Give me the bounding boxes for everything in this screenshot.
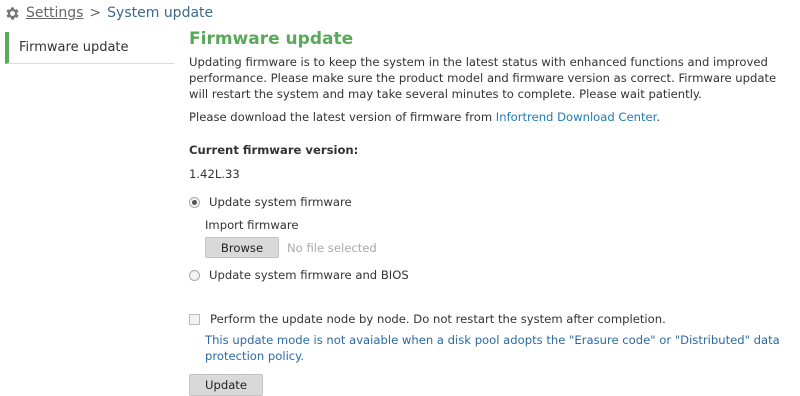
browse-button[interactable]: Browse (205, 237, 279, 258)
breadcrumb: Settings > System update (4, 3, 213, 23)
gear-icon (4, 5, 21, 22)
breadcrumb-separator: > (89, 5, 102, 21)
import-firmware-label: Import firmware (205, 218, 299, 232)
current-version-label: Current firmware version: (189, 143, 359, 157)
option-update-firmware[interactable]: Update system firmware (189, 195, 794, 209)
download-prefix: Please download the latest version of fi… (189, 110, 496, 124)
breadcrumb-current: System update (107, 5, 214, 21)
option-update-firmware-label: Update system firmware (209, 195, 352, 209)
download-suffix: . (656, 110, 661, 124)
current-version-value: 1.42L.33 (189, 167, 240, 181)
sidebar-item-firmware-update[interactable]: Firmware update (5, 32, 174, 64)
node-by-node-note: This update mode is not avaiable when a … (205, 333, 780, 363)
node-by-node-checkbox[interactable] (189, 313, 200, 325)
sidebar: Firmware update (5, 32, 174, 64)
main-content: Firmware update Updating firmware is to … (189, 28, 794, 396)
file-picker: Browse No file selected (205, 237, 794, 258)
intro-text: Updating firmware is to keep the system … (189, 55, 777, 101)
radio-update-firmware-bios[interactable] (189, 269, 200, 281)
download-center-link[interactable]: Infortrend Download Center (496, 110, 657, 124)
download-text: Please download the latest version of fi… (189, 109, 794, 125)
radio-update-firmware[interactable] (189, 196, 200, 208)
no-file-selected-text: No file selected (287, 240, 377, 255)
breadcrumb-settings-link[interactable]: Settings (26, 5, 83, 21)
option-update-firmware-bios[interactable]: Update system firmware and BIOS (189, 268, 794, 282)
update-button[interactable]: Update (189, 374, 263, 396)
page-title: Firmware update (189, 29, 354, 49)
option-update-firmware-bios-label: Update system firmware and BIOS (209, 268, 409, 282)
node-by-node-option[interactable]: Perform the update node by node. Do not … (189, 312, 794, 326)
node-by-node-label: Perform the update node by node. Do not … (210, 312, 666, 326)
